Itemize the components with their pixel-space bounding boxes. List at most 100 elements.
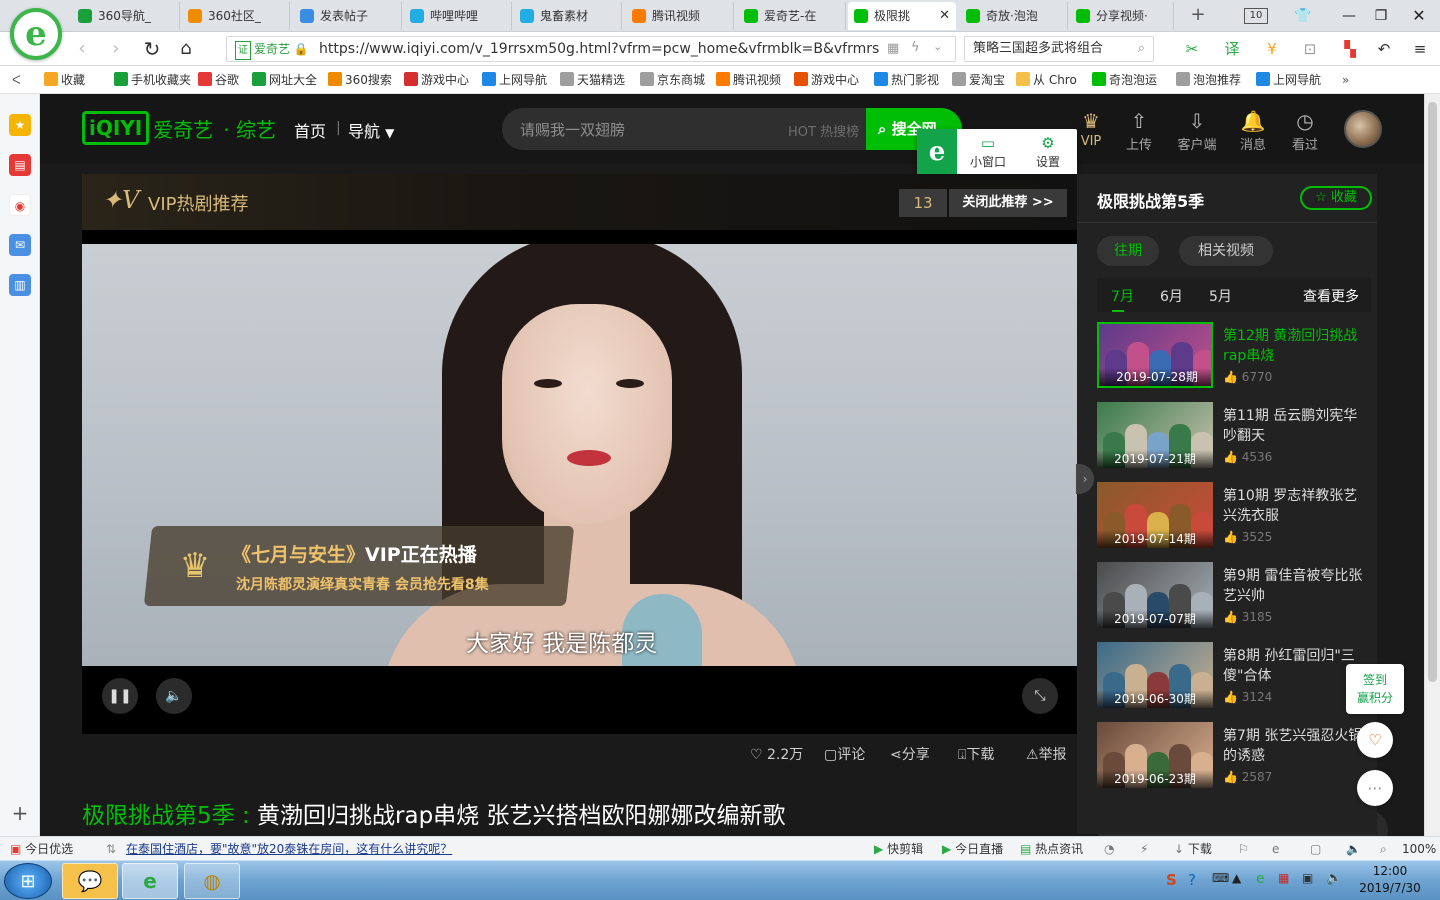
checkin-button[interactable]: 签到 赢积分 bbox=[1346, 664, 1404, 714]
bookmark-item[interactable]: 从 Chro bbox=[1016, 71, 1077, 89]
qr-code-icon[interactable]: ▦ bbox=[887, 41, 899, 56]
tab-2[interactable]: 发表帖子 bbox=[294, 2, 402, 30]
live-button[interactable]: ▶ 今日直播 bbox=[942, 841, 1003, 857]
url-text[interactable]: https://www.iqiyi.com/v_19rrsxm50g.html?… bbox=[319, 41, 879, 58]
zoom-level[interactable]: 100% bbox=[1402, 841, 1436, 857]
tab-past-episodes[interactable]: 往期 bbox=[1097, 236, 1159, 266]
address-bar[interactable]: 证爱奇艺 🔒 https://www.iqiyi.com/v_19rrsxm50… bbox=[226, 36, 956, 62]
downloads-button[interactable]: ↓ 下载 bbox=[1174, 841, 1212, 857]
bookmark-item[interactable]: 游戏中心 bbox=[404, 71, 469, 89]
gift-icon[interactable]: ♡ bbox=[1357, 722, 1393, 758]
menu-icon[interactable]: ≡ bbox=[1410, 40, 1430, 58]
download-button[interactable]: ⍗下载 bbox=[958, 744, 994, 764]
episode-title[interactable]: 第11期 岳云鹏刘宪华吵翻天 bbox=[1223, 406, 1363, 446]
episode-title[interactable]: 第9期 雷佳音被夸比张艺兴帅 bbox=[1223, 566, 1363, 606]
settings-button[interactable]: ⚙ 设置 bbox=[1023, 133, 1073, 170]
episode-thumbnail[interactable]: 2019-07-07期 bbox=[1097, 562, 1213, 628]
favorites-star-icon[interactable]: ★ bbox=[9, 114, 31, 136]
episode-thumbnail[interactable]: 2019-06-23期 bbox=[1097, 722, 1213, 788]
month-tab-july[interactable]: 7月 bbox=[1111, 286, 1134, 306]
video-player[interactable]: ✦V VIP热剧推荐 13 关闭此推荐 >> ♛ 《七月与安生》VIP正在热播 … bbox=[82, 174, 1077, 734]
news-icon[interactable]: ▤ bbox=[9, 154, 31, 176]
undo-icon[interactable]: ↶ bbox=[1374, 40, 1394, 58]
close-recommend-button[interactable]: 关闭此推荐 >> bbox=[949, 189, 1067, 217]
tray-expand-icon[interactable]: ▲ bbox=[1232, 871, 1241, 885]
tab-5[interactable]: 腾讯视频 bbox=[626, 2, 734, 30]
bookmark-item[interactable]: 爱淘宝 bbox=[952, 71, 1005, 89]
flag-icon[interactable]: ⚐ bbox=[1238, 841, 1249, 857]
browser-tray-icon[interactable]: e bbox=[1256, 871, 1265, 887]
hot-rank-link[interactable]: HOT 热搜榜 bbox=[788, 121, 859, 140]
header-history-button[interactable]: ◷ 看过 bbox=[1280, 108, 1330, 153]
new-tab-button[interactable]: + bbox=[1188, 4, 1208, 28]
scissors-icon[interactable]: ✂ bbox=[1182, 40, 1202, 58]
episode-title[interactable]: 第7期 张艺兴强忍火锅的诱惑 bbox=[1223, 726, 1363, 766]
episode-item[interactable]: 2019-07-21期 第11期 岳云鹏刘宪华吵翻天 👍 4536 bbox=[1097, 402, 1377, 468]
episode-item[interactable]: 2019-07-28期 第12期 黄渤回归挑战rap串烧 👍 6770 bbox=[1097, 322, 1377, 388]
video-frame[interactable]: ♛ 《七月与安生》VIP正在热播 沈月陈都灵演绎真实青春 会员抢先看8集 大家好… bbox=[82, 244, 1077, 666]
series-name-link[interactable]: 极限挑战第5季 : bbox=[82, 803, 250, 829]
header-download-client-button[interactable]: ⇩ 客户端 bbox=[1172, 108, 1222, 153]
more-bookmarks-button[interactable]: » bbox=[1342, 71, 1349, 89]
translate-icon[interactable]: 译 bbox=[1222, 40, 1242, 58]
episode-thumbnail[interactable]: 2019-07-14期 bbox=[1097, 482, 1213, 548]
skin-icon[interactable]: 👕 bbox=[1290, 4, 1316, 28]
search-text[interactable]: 策略三国超多武将组合 bbox=[973, 41, 1103, 56]
episode-item[interactable]: 2019-07-14期 第10期 罗志祥教张艺兴洗衣服 👍 3525 bbox=[1097, 482, 1377, 548]
forward-button[interactable]: › bbox=[104, 37, 128, 61]
bookmark-item[interactable]: 奇泡泡运 bbox=[1092, 71, 1157, 89]
start-button-icon[interactable]: ⊞ bbox=[4, 863, 52, 899]
lightning-icon[interactable]: ϟ bbox=[911, 40, 920, 55]
episode-item[interactable]: 2019-07-07期 第9期 雷佳音被夸比张艺兴帅 👍 3185 bbox=[1097, 562, 1377, 628]
maximize-button[interactable]: ❐ bbox=[1368, 4, 1394, 28]
favorite-button[interactable]: ☆ 收藏 bbox=[1300, 186, 1372, 210]
tab-3[interactable]: 哔哩哔哩 bbox=[404, 2, 512, 30]
bookmark-item[interactable]: 360搜索 bbox=[328, 71, 392, 89]
month-tab-may[interactable]: 5月 bbox=[1209, 286, 1232, 306]
bookmark-item[interactable]: 收藏 bbox=[44, 71, 85, 89]
mini-window-button[interactable]: ▭ 小窗口 bbox=[963, 133, 1013, 170]
mail-icon[interactable]: ✉ bbox=[9, 234, 31, 256]
certificate-badge[interactable]: 证爱奇艺 🔒 bbox=[235, 41, 309, 60]
tab-9[interactable]: 分享视频· bbox=[1070, 2, 1174, 30]
episode-title[interactable]: 第10期 罗志祥教张艺兴洗衣服 bbox=[1223, 486, 1363, 526]
hot-news-button[interactable]: ▤ 热点资讯 bbox=[1020, 841, 1083, 857]
header-bell-button[interactable]: 🔔 消息 bbox=[1228, 108, 1278, 153]
episode-title[interactable]: 第12期 黄渤回归挑战rap串烧 bbox=[1223, 326, 1363, 366]
episode-title[interactable]: 第8期 孙红雷回归"三傻"合体 bbox=[1223, 646, 1363, 686]
speed-icon[interactable]: ◔ bbox=[1104, 841, 1114, 857]
help-icon[interactable]: ? bbox=[1188, 871, 1196, 889]
system-clock[interactable]: 12:00 2019/7/30 bbox=[1350, 863, 1430, 897]
see-more-link[interactable]: 查看更多 bbox=[1303, 286, 1359, 306]
tab-4[interactable]: 鬼畜素材 bbox=[514, 2, 622, 30]
keyboard-icon[interactable]: ⌨ bbox=[1212, 871, 1229, 885]
bookmark-item[interactable]: 上网导航 bbox=[482, 71, 547, 89]
bookmark-item[interactable]: 京东商城 bbox=[640, 71, 705, 89]
section-label[interactable]: · 综艺 bbox=[223, 114, 276, 143]
switch-arrows-icon[interactable]: ⇅ bbox=[106, 841, 116, 857]
add-sidebar-icon[interactable]: + bbox=[9, 802, 31, 824]
episode-thumbnail[interactable]: 2019-06-30期 bbox=[1097, 642, 1213, 708]
bookmark-item[interactable]: 网址大全 bbox=[252, 71, 317, 89]
minimize-button[interactable]: — bbox=[1336, 4, 1362, 28]
tab-7[interactable]: 极限挑 ✕ bbox=[848, 2, 956, 30]
scroll-thumb[interactable] bbox=[1428, 102, 1437, 682]
share-button[interactable]: ⋖分享 bbox=[890, 744, 930, 764]
ie-mode-icon[interactable]: e bbox=[1272, 841, 1279, 857]
tab-8[interactable]: 奇放·泡泡 bbox=[960, 2, 1068, 30]
app-taskbar-icon[interactable]: ◍ bbox=[184, 863, 240, 899]
tab-0[interactable]: 360导航_ bbox=[72, 2, 180, 30]
monitor-icon[interactable]: ▣ bbox=[1302, 871, 1313, 885]
sidebar-toggle-icon[interactable]: ᐸ bbox=[12, 71, 21, 89]
screenshot-icon[interactable]: ⊡ bbox=[1300, 40, 1320, 58]
pause-button[interactable]: ❚❚ bbox=[102, 678, 138, 714]
episode-item[interactable]: 2019-06-30期 第8期 孙红雷回归"三傻"合体 👍 3124 bbox=[1097, 642, 1377, 708]
window-icon[interactable]: ▢ bbox=[1310, 841, 1321, 857]
comment-button[interactable]: ▢评论 bbox=[824, 744, 865, 764]
bookmark-item[interactable]: 谷歌 bbox=[198, 71, 239, 89]
like-button[interactable]: ♡ 2.2万 bbox=[750, 744, 803, 764]
tab-6[interactable]: 爱奇艺-在 bbox=[738, 2, 846, 30]
zoom-search-icon[interactable]: ⌕ bbox=[1380, 841, 1387, 857]
browser-logo-icon[interactable]: e bbox=[10, 8, 62, 60]
header-upload-button[interactable]: ⇧ 上传 bbox=[1114, 108, 1164, 153]
